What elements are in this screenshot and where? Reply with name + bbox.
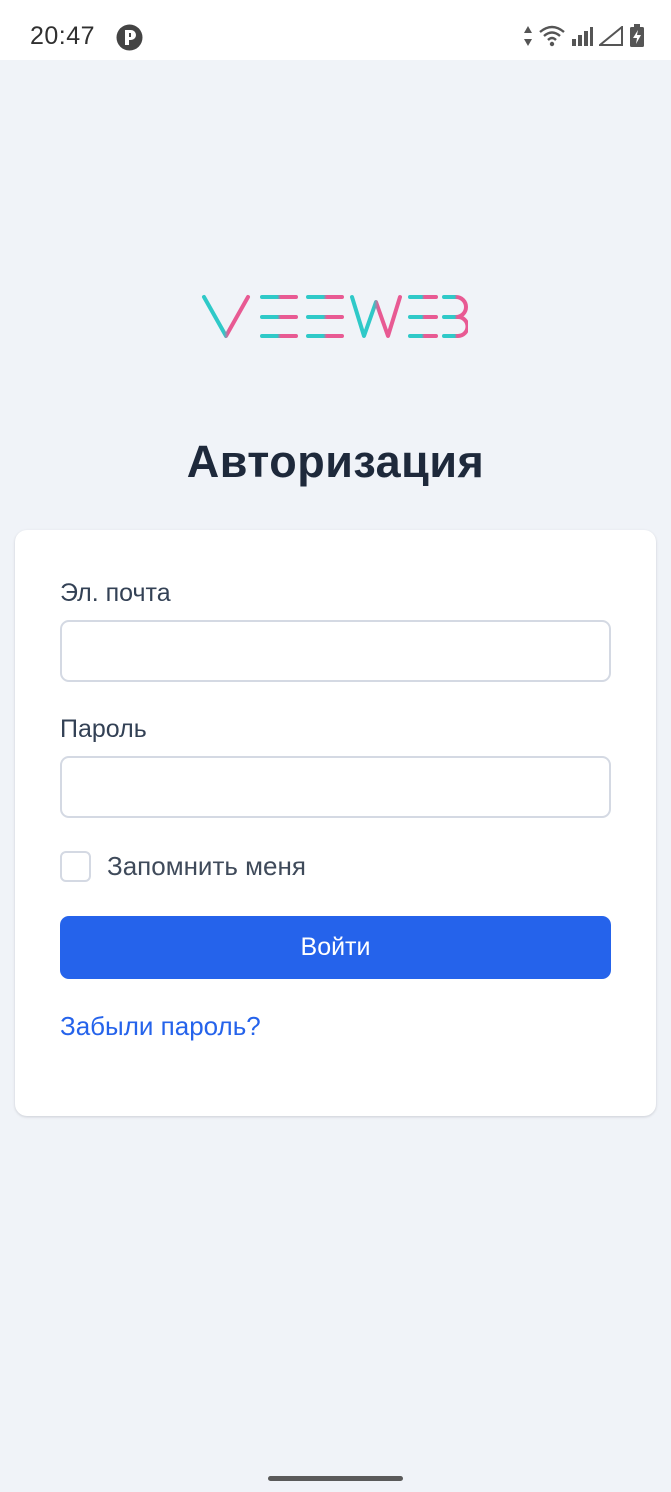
email-label: Эл. почта bbox=[60, 579, 171, 607]
wifi-icon bbox=[539, 25, 565, 47]
signal-empty-icon bbox=[599, 26, 623, 46]
password-label: Пароль bbox=[60, 715, 147, 743]
pocket-p-icon bbox=[116, 24, 143, 51]
login-card: Эл. почта Пароль Запомнить меня Войти За… bbox=[15, 530, 656, 1116]
page-title: Авторизация bbox=[186, 436, 485, 487]
remember-me-checkbox[interactable] bbox=[60, 851, 91, 882]
email-field[interactable] bbox=[60, 620, 611, 682]
forgot-password-link[interactable]: Забыли пароль? bbox=[60, 1011, 261, 1042]
signal-icon bbox=[571, 26, 593, 46]
status-bar: 20:47 bbox=[0, 0, 671, 60]
password-field[interactable] bbox=[60, 756, 611, 818]
battery-charging-icon bbox=[629, 24, 645, 48]
home-indicator[interactable] bbox=[268, 1476, 403, 1481]
status-time: 20:47 bbox=[30, 22, 96, 50]
remember-me-row[interactable]: Запомнить меня bbox=[60, 851, 306, 882]
veeweb-logo bbox=[200, 292, 470, 342]
status-icons bbox=[523, 24, 645, 48]
remember-me-label[interactable]: Запомнить меня bbox=[107, 851, 306, 882]
login-button[interactable]: Войти bbox=[60, 916, 611, 979]
logo-graphic bbox=[202, 295, 470, 338]
data-arrows-icon bbox=[523, 25, 533, 47]
